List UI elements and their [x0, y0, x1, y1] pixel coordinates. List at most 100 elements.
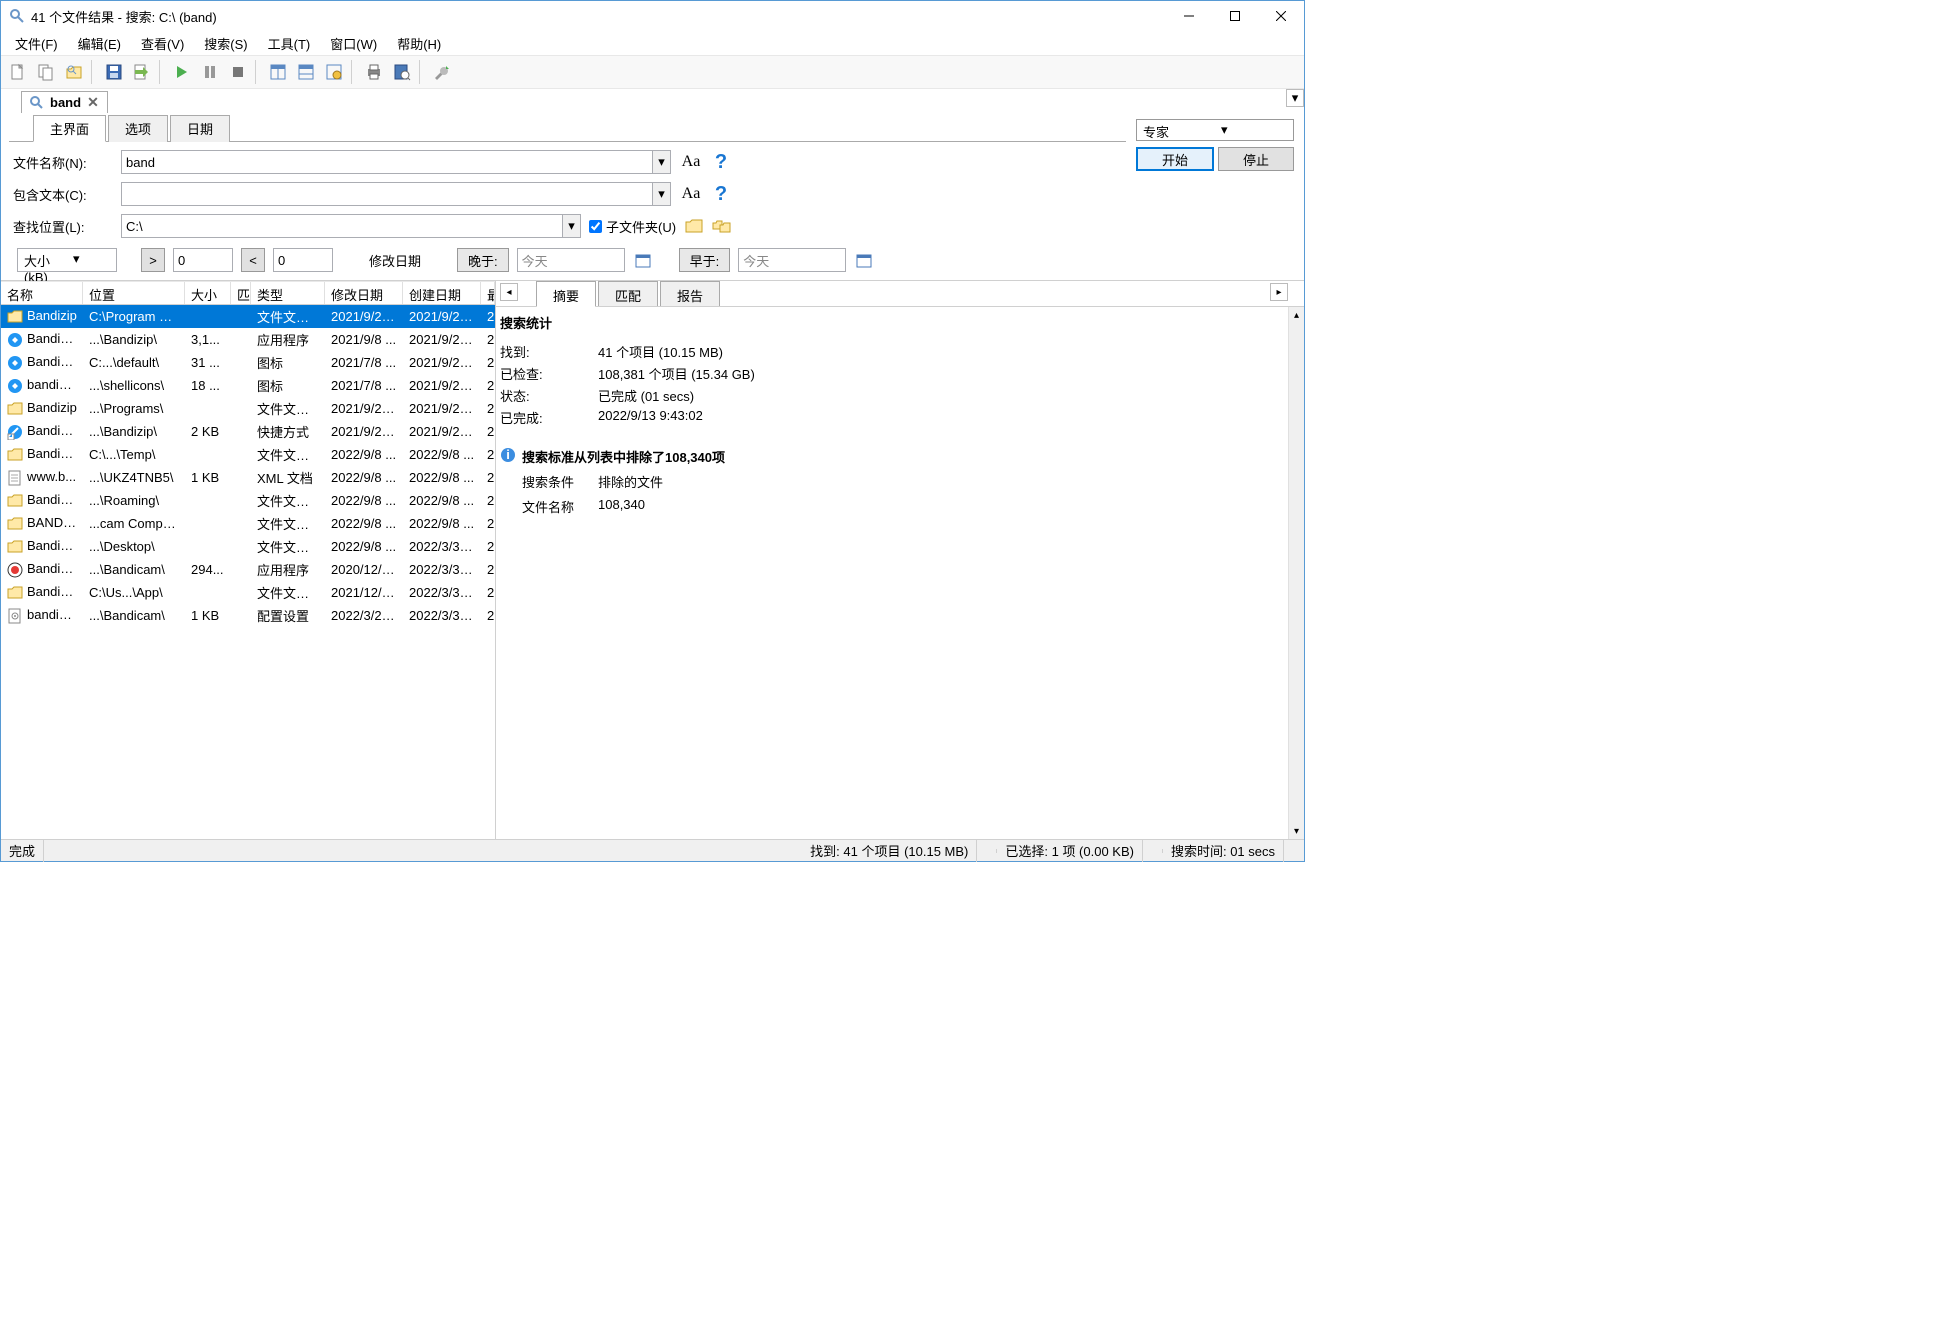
table-row[interactable]: www.b......\UKZ4TNB5\1 KBXML 文档2022/9/8 …: [1, 466, 495, 489]
col-location[interactable]: 位置: [83, 282, 185, 304]
results-list[interactable]: BandizipC:\Program Fil...文件文件夹2021/9/28.…: [1, 305, 495, 839]
file-icon: [7, 539, 23, 555]
pause-icon[interactable]: [197, 59, 223, 85]
earlier-input[interactable]: [738, 248, 846, 272]
rtab-summary[interactable]: 摘要: [536, 281, 596, 307]
stop-button[interactable]: 停止: [1218, 147, 1294, 171]
menubar: 文件(F) 编辑(E) 查看(V) 搜索(S) 工具(T) 窗口(W) 帮助(H…: [1, 31, 1304, 55]
search-tab-icon: [30, 96, 44, 110]
later-input[interactable]: [517, 248, 625, 272]
minimize-button[interactable]: [1166, 1, 1212, 31]
menu-search[interactable]: 搜索(S): [194, 32, 257, 55]
new-icon[interactable]: [5, 59, 31, 85]
case-toggle2-icon[interactable]: Aa: [679, 185, 703, 203]
table-row[interactable]: Bandica......\Bandicam\294...应用程序2020/12…: [1, 558, 495, 581]
table-row[interactable]: Bandizip...\Programs\文件文件夹2021/9/28...20…: [1, 397, 495, 420]
contains-input[interactable]: [121, 182, 653, 206]
panel1-icon[interactable]: [265, 59, 291, 85]
case-toggle-icon[interactable]: Aa: [679, 153, 703, 171]
app-icon: [9, 8, 25, 24]
contains-label: 包含文本(C):: [13, 185, 113, 204]
maximize-button[interactable]: [1212, 1, 1258, 31]
status-done: 完成: [1, 839, 44, 862]
preview-icon[interactable]: [389, 59, 415, 85]
file-icon: [7, 309, 23, 325]
panel2-icon[interactable]: [293, 59, 319, 85]
table-row[interactable]: Bandica......\Roaming\文件文件夹2022/9/8 ...2…: [1, 489, 495, 512]
help-icon[interactable]: ?: [711, 151, 731, 174]
menu-help[interactable]: 帮助(H): [387, 32, 451, 55]
size-unit-combo[interactable]: 大小 (kB)▾: [17, 248, 117, 272]
table-row[interactable]: Bandizi......\Bandizip\2 KB快捷方式2021/9/28…: [1, 420, 495, 443]
tab-dropdown-button[interactable]: ▾: [1286, 89, 1304, 107]
col-modified[interactable]: 修改日期: [325, 282, 403, 304]
col-created[interactable]: 创建日期: [403, 282, 481, 304]
copy-icon[interactable]: [33, 59, 59, 85]
close-button[interactable]: [1258, 1, 1304, 31]
table-row[interactable]: Bandica...C:\...\Temp\文件文件夹2022/9/8 ...2…: [1, 443, 495, 466]
browse-folder-icon[interactable]: [684, 217, 704, 235]
profile-combo[interactable]: 专家▾: [1136, 119, 1294, 141]
tab-nav-right[interactable]: ▸: [1270, 283, 1288, 301]
tab-dates[interactable]: 日期: [170, 115, 230, 142]
filename-dropdown[interactable]: ▾: [653, 150, 671, 174]
menu-file[interactable]: 文件(F): [5, 32, 68, 55]
browse-multi-icon[interactable]: [712, 217, 732, 235]
start-button[interactable]: 开始: [1136, 147, 1214, 171]
col-last[interactable]: 最后: [481, 282, 495, 304]
print-icon[interactable]: [361, 59, 387, 85]
later-button[interactable]: 晚于:: [457, 248, 509, 272]
tab-main[interactable]: 主界面: [33, 115, 106, 142]
gt-button[interactable]: >: [141, 248, 165, 272]
close-tab-icon[interactable]: ✕: [87, 94, 99, 111]
calendar1-icon[interactable]: [633, 250, 653, 270]
file-icon: [7, 470, 23, 486]
tab-options[interactable]: 选项: [108, 115, 168, 142]
settings-icon[interactable]: [429, 59, 455, 85]
gt-input[interactable]: [173, 248, 233, 272]
menu-window[interactable]: 窗口(W): [320, 32, 387, 55]
col-size[interactable]: 大小: [185, 282, 231, 304]
rtab-report[interactable]: 报告: [660, 281, 720, 306]
search-tab[interactable]: band ✕: [21, 91, 108, 113]
table-row[interactable]: Bandica......\Desktop\文件文件夹2022/9/8 ...2…: [1, 535, 495, 558]
file-icon: [7, 332, 23, 348]
earlier-button[interactable]: 早于:: [679, 248, 731, 272]
open-icon[interactable]: [61, 59, 87, 85]
rtab-matches[interactable]: 匹配: [598, 281, 658, 306]
subfolders-checkbox[interactable]: 子文件夹(U): [589, 217, 676, 236]
table-row[interactable]: BandizipC:\Program Fil...文件文件夹2021/9/28.…: [1, 305, 495, 328]
lookin-input[interactable]: [121, 214, 563, 238]
col-match[interactable]: 匹...: [231, 282, 251, 304]
file-icon: [7, 378, 23, 394]
save-icon[interactable]: [101, 59, 127, 85]
filename-input[interactable]: [121, 150, 653, 174]
menu-view[interactable]: 查看(V): [131, 32, 194, 55]
help2-icon[interactable]: ?: [711, 183, 731, 206]
menu-tools[interactable]: 工具(T): [258, 32, 321, 55]
calendar2-icon[interactable]: [854, 250, 874, 270]
table-row[interactable]: Bandica...C:\Us...\App\文件文件夹2021/12/3...…: [1, 581, 495, 604]
filename-label: 文件名称(N):: [13, 153, 113, 172]
table-row[interactable]: bandizi......\shellicons\18 ...图标2021/7/…: [1, 374, 495, 397]
table-row[interactable]: BANDI......cam Company文件文件夹2022/9/8 ...2…: [1, 512, 495, 535]
stop-icon[interactable]: [225, 59, 251, 85]
menu-edit[interactable]: 编辑(E): [68, 32, 131, 55]
table-row[interactable]: Bandizi......\Bandizip\3,1...应用程序2021/9/…: [1, 328, 495, 351]
lt-input[interactable]: [273, 248, 333, 272]
col-type[interactable]: 类型: [251, 282, 325, 304]
status-time: 搜索时间: 01 secs: [1163, 839, 1284, 862]
play-icon[interactable]: [169, 59, 195, 85]
panel-gear-icon[interactable]: [321, 59, 347, 85]
table-row[interactable]: Bandizi...C:...\default\31 ...图标2021/7/8…: [1, 351, 495, 374]
col-name[interactable]: 名称: [1, 282, 83, 304]
status-selected: 已选择: 1 项 (0.00 KB): [997, 839, 1143, 862]
scrollbar[interactable]: ▴▾: [1288, 307, 1304, 839]
export-icon[interactable]: [129, 59, 155, 85]
lookin-dropdown[interactable]: ▾: [563, 214, 581, 238]
contains-dropdown[interactable]: ▾: [653, 182, 671, 206]
lt-button[interactable]: <: [241, 248, 265, 272]
tab-nav-left[interactable]: ◂: [500, 283, 518, 301]
list-header: 名称 位置 大小 匹... 类型 修改日期 创建日期 最后: [1, 281, 495, 305]
table-row[interactable]: bandica......\Bandicam\1 KB配置设置2022/3/24…: [1, 604, 495, 627]
